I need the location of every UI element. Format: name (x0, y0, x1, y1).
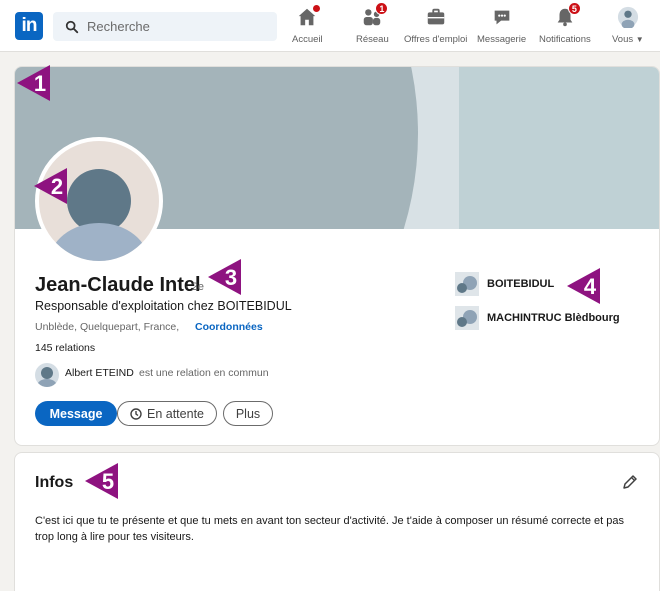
contact-info-link[interactable]: Coordonnées (195, 321, 263, 333)
about-text: C'est ici que tu te présente et que tu m… (35, 515, 625, 543)
search-box[interactable] (53, 12, 277, 41)
nav-item-me[interactable]: Vous ▼ (612, 5, 644, 49)
nav-label-messaging: Messagerie (477, 34, 527, 45)
annotation-number: 5 (102, 469, 114, 494)
search-icon (65, 20, 79, 33)
notifications-badge: 5 (567, 2, 581, 15)
me-avatar-icon (616, 5, 640, 29)
organization-name: BOITEBIDUL (487, 278, 555, 290)
profile-name: Jean-Claude Intel (35, 274, 201, 296)
home-dot-badge (312, 4, 322, 13)
linkedin-logo[interactable]: in (15, 12, 43, 40)
nav-label-notifications: Notifications (539, 34, 591, 45)
message-button[interactable]: Message (35, 401, 117, 426)
annotation-number: 3 (225, 265, 237, 290)
annotation-number: 2 (51, 174, 63, 199)
network-badge: 1 (375, 2, 389, 15)
pending-label: En attente (147, 406, 204, 421)
search-input[interactable] (87, 19, 267, 34)
annotation-marker-4: 4 (567, 268, 600, 304)
more-button[interactable]: Plus (223, 401, 273, 426)
pending-button[interactable]: En attente (117, 401, 217, 426)
annotation-marker-1: 1 (17, 65, 50, 101)
bell-icon: 5 (553, 2, 581, 29)
annotation-marker-2: 2 (34, 168, 67, 204)
annotation-number: 4 (584, 274, 597, 299)
home-icon (295, 4, 322, 29)
mutual-connection-name[interactable]: Albert ETEIND (65, 367, 134, 379)
nav-item-messaging[interactable]: Messagerie (477, 5, 526, 49)
top-navigation-bar: in Accueil 1 Réseau Offres d'emploi Mess… (0, 0, 660, 52)
annotation-marker-5: 5 (85, 463, 118, 499)
company-logo-icon (455, 272, 479, 296)
annotation-marker-3: 3 (208, 259, 241, 295)
messaging-icon (490, 5, 514, 29)
profile-card: Jean-Claude Intel · 2e Responsable d'exp… (14, 66, 660, 446)
nav-item-notifications[interactable]: 5 Notifications (539, 2, 591, 49)
connection-degree: · 2e (185, 281, 204, 293)
avatar-body (49, 223, 149, 261)
organization-name: MACHINTRUC Blèdbourg (487, 312, 620, 324)
nav-label-network: Réseau (356, 34, 389, 45)
school-logo-icon (455, 306, 479, 330)
mutual-connection-text: est une relation en commun (139, 367, 269, 379)
nav-label-jobs: Offres d'emploi (404, 34, 468, 45)
connections-count[interactable]: 145 relations (35, 342, 95, 354)
profile-location: Unblède, Quelquepart, France, (35, 321, 180, 333)
nav-label-me: Vous ▼ (612, 34, 644, 45)
organization-item[interactable]: MACHINTRUC Blèdbourg (455, 306, 620, 330)
network-icon: 1 (360, 2, 389, 29)
me-label-text: Vous (612, 34, 634, 45)
nav-item-jobs[interactable]: Offres d'emploi (404, 5, 467, 49)
clock-icon (130, 407, 142, 420)
annotation-number: 1 (34, 71, 46, 96)
nav-label-home: Accueil (292, 34, 323, 45)
briefcase-icon (424, 5, 448, 29)
chevron-down-icon: ▼ (635, 35, 644, 44)
nav-item-home[interactable]: Accueil (292, 4, 323, 49)
organization-item[interactable]: BOITEBIDUL (455, 272, 554, 296)
pencil-edit-icon[interactable] (621, 473, 639, 491)
mutual-connection-avatar[interactable] (35, 363, 59, 387)
nav-item-network[interactable]: 1 Réseau (356, 2, 389, 49)
about-title: Infos (35, 474, 74, 491)
profile-headline: Responsable d'exploitation chez BOITEBID… (35, 299, 292, 313)
